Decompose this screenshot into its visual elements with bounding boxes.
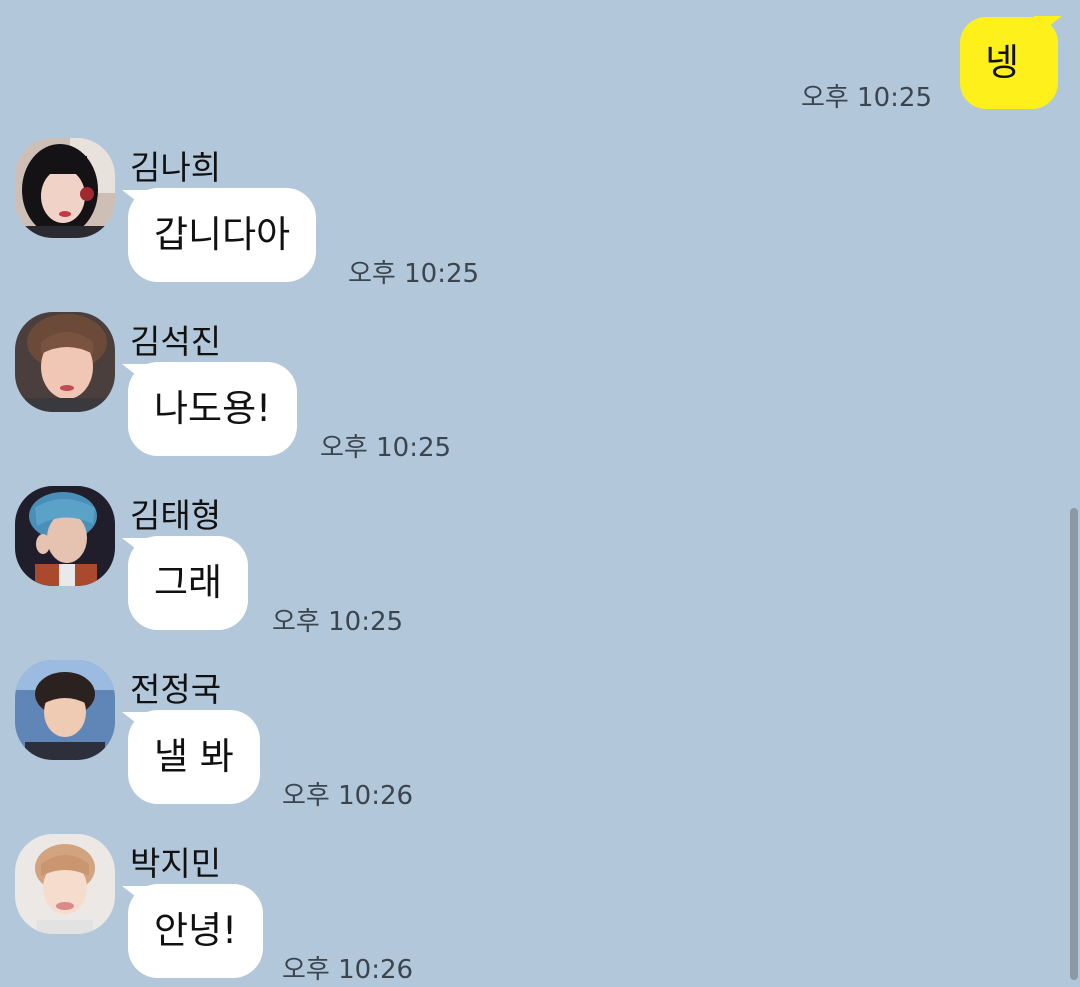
chat-area[interactable]: 오후 10:25 넹 김나희 갑니다아 오후 10:25 김석진 나도용! 오후… bbox=[0, 0, 1080, 987]
scrollbar[interactable] bbox=[1068, 0, 1080, 987]
message-text: 갑니다아 bbox=[154, 213, 291, 256]
avatar-girl-dark-hair-icon bbox=[15, 138, 115, 238]
avatar-jeon-jungkook[interactable] bbox=[15, 660, 115, 760]
message-text: 나도용! bbox=[154, 387, 271, 430]
bubble-tail bbox=[1034, 16, 1062, 38]
bubble-tail bbox=[122, 538, 150, 560]
avatar-kim-taehyung[interactable] bbox=[15, 486, 115, 586]
sender-name: 박지민 bbox=[130, 844, 222, 883]
avatar-man-dark-hair-icon bbox=[15, 660, 115, 760]
message-bubble[interactable]: 낼 봐 bbox=[122, 710, 260, 804]
outgoing-bubble[interactable]: 넹 bbox=[960, 16, 1062, 109]
sender-name: 전정국 bbox=[130, 670, 222, 709]
message-time: 오후 10:25 bbox=[348, 259, 480, 289]
sender-name: 김석진 bbox=[130, 322, 222, 361]
incoming-message: 김석진 나도용! 오후 10:25 bbox=[0, 312, 720, 463]
incoming-message: 김태형 그래 오후 10:25 bbox=[0, 486, 720, 637]
avatar-man-light-hair-icon bbox=[15, 834, 115, 934]
scrollbar-thumb[interactable] bbox=[1070, 508, 1078, 980]
message-time: 오후 10:25 bbox=[320, 433, 452, 463]
message-time: 오후 10:26 bbox=[282, 781, 414, 811]
avatar-kim-seokjin[interactable] bbox=[15, 312, 115, 412]
avatar-man-brown-hair-icon bbox=[15, 312, 115, 412]
message-bubble[interactable]: 안녕! bbox=[122, 884, 263, 978]
message-bubble[interactable]: 갑니다아 bbox=[122, 188, 317, 282]
message-time: 오후 10:25 bbox=[800, 83, 932, 113]
message-text: 낼 봐 bbox=[154, 735, 234, 778]
message-text: 안녕! bbox=[154, 909, 237, 952]
message-text: 넹 bbox=[985, 41, 1020, 84]
message-time: 오후 10:26 bbox=[282, 955, 414, 985]
message-bubble[interactable]: 나도용! bbox=[122, 362, 297, 456]
incoming-message: 전정국 낼 봐 오후 10:26 bbox=[0, 660, 720, 811]
avatar-park-jimin[interactable] bbox=[15, 834, 115, 934]
message-bubble[interactable]: 그래 bbox=[122, 536, 249, 630]
incoming-message: 김나희 갑니다아 오후 10:25 bbox=[0, 138, 720, 289]
bubble-tail bbox=[122, 886, 150, 908]
bubble-tail bbox=[122, 190, 150, 212]
sender-name: 김나희 bbox=[130, 148, 222, 187]
message-time: 오후 10:25 bbox=[272, 607, 404, 637]
avatar-man-blue-hair-icon bbox=[15, 486, 115, 586]
incoming-message: 박지민 안녕! 오후 10:26 bbox=[0, 834, 720, 985]
bubble-tail bbox=[122, 364, 150, 386]
avatar-kim-nahee[interactable] bbox=[15, 138, 115, 238]
message-text: 그래 bbox=[154, 561, 223, 604]
bubble-tail bbox=[122, 712, 150, 734]
sender-name: 김태형 bbox=[130, 496, 222, 535]
